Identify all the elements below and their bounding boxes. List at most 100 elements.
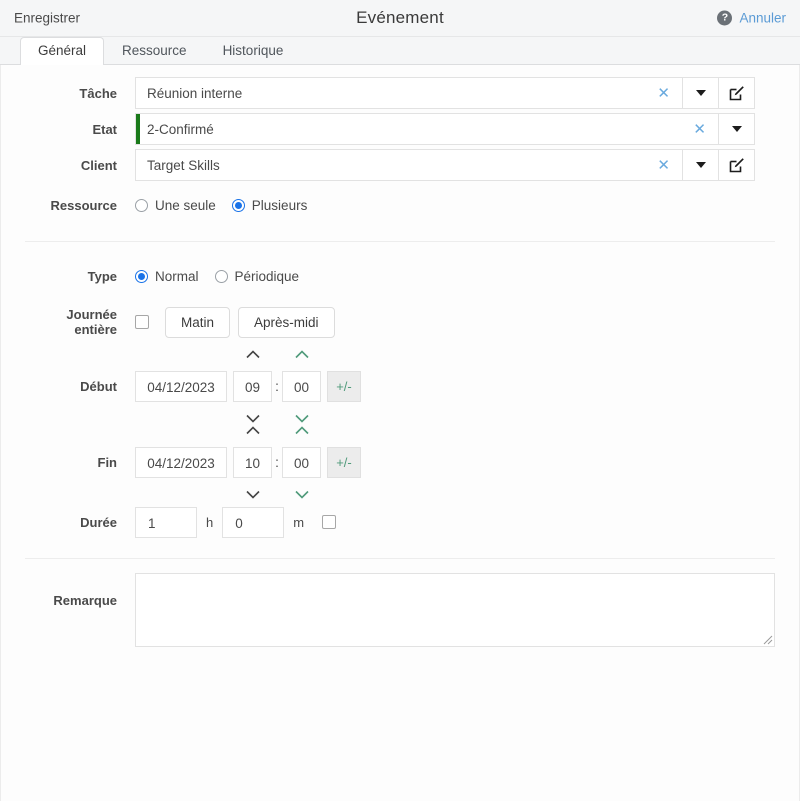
type-label: Type: [87, 268, 117, 284]
hour-increment-icon[interactable]: [245, 349, 260, 359]
tab-general[interactable]: Général: [20, 37, 105, 65]
duree-hours-input[interactable]: 1: [135, 506, 197, 538]
client-edit-button[interactable]: [719, 149, 755, 181]
field-row-type: Type Normal Périodique: [1, 256, 799, 296]
tab-historique[interactable]: Historique: [205, 37, 302, 65]
tache-dropdown-button[interactable]: [683, 77, 719, 109]
ressource-field: Une seule Plusieurs: [135, 198, 775, 213]
minute-decrement-icon[interactable]: [294, 490, 309, 499]
chevron-down-icon: [695, 90, 706, 96]
radio-normal[interactable]: Normal: [135, 269, 199, 284]
matin-button[interactable]: Matin: [165, 306, 231, 338]
fin-plus-minus-button[interactable]: +/-: [327, 446, 361, 478]
debut-date-input[interactable]: 04/12/2023: [135, 370, 227, 402]
radio-normal-label: Normal: [155, 268, 199, 284]
debut-label: Début: [80, 378, 117, 394]
cancel-button[interactable]: Annuler: [739, 11, 786, 26]
client-input[interactable]: Target Skills ✕: [135, 149, 683, 181]
fin-time-spinner: 10 : 00: [233, 425, 321, 499]
debut-time-separator: :: [275, 378, 279, 394]
etat-combo: 2-Confirmé ✕: [135, 113, 755, 145]
minute-increment-icon[interactable]: [294, 425, 309, 435]
minute-increment-icon[interactable]: [294, 349, 309, 359]
tache-field: Réunion interne ✕: [135, 77, 775, 109]
fin-field: 04/12/2023 10 : 00 +/-: [135, 425, 775, 499]
field-row-etat: Etat 2-Confirmé ✕: [1, 111, 799, 147]
etat-field: 2-Confirmé ✕: [135, 113, 775, 145]
fin-hour-unit: 10: [233, 425, 272, 499]
fin-label: Fin: [97, 454, 118, 470]
chevron-down-icon: [695, 162, 706, 168]
edit-pencil-icon: [729, 86, 744, 101]
radio-plusieurs[interactable]: Plusieurs: [231, 198, 307, 213]
field-row-journee-entiere: Journée entière Matin Après-midi: [1, 296, 799, 348]
save-button[interactable]: Enregistrer: [14, 11, 80, 26]
client-combo: Target Skills ✕: [135, 149, 755, 181]
hour-decrement-icon[interactable]: [245, 490, 260, 499]
field-row-remarque: Remarque: [1, 573, 799, 647]
field-row-debut: Début 04/12/2023 09: 00 +/-: [1, 348, 799, 424]
duree-minutes-unit: m: [293, 514, 305, 530]
tache-value: Réunion interne: [147, 85, 243, 101]
journee-entiere-checkbox[interactable]: [135, 315, 149, 329]
field-row-client: Client Target Skills ✕: [1, 147, 799, 183]
tache-combo: Réunion interne ✕: [135, 77, 755, 109]
journee-entiere-label: Journée entière: [66, 307, 117, 337]
tache-label: Tâche: [79, 85, 117, 101]
debut-hour-input[interactable]: 09: [233, 370, 272, 402]
radio-periodique-label: Périodique: [234, 268, 300, 284]
debut-plus-minus-button[interactable]: +/-: [327, 370, 361, 402]
radio-icon: [214, 269, 228, 283]
debut-datetime: 04/12/2023 09 : 00 +/-: [135, 349, 361, 423]
fin-hour-input[interactable]: 10: [233, 446, 272, 478]
etat-input[interactable]: 2-Confirmé ✕: [135, 113, 719, 145]
debut-time-spinner: 09 : 00: [233, 349, 321, 423]
etat-dropdown-button[interactable]: [719, 113, 755, 145]
hour-decrement-icon[interactable]: [245, 414, 260, 423]
edit-pencil-icon: [729, 158, 744, 173]
field-row-fin: Fin 04/12/2023 10: 00 +/-: [1, 424, 799, 500]
field-row-ressource: Ressource Une seule Plusieurs: [1, 183, 799, 227]
tache-input[interactable]: Réunion interne ✕: [135, 77, 683, 109]
debut-field: 04/12/2023 09 : 00 +/-: [135, 349, 775, 423]
dialog-header: Enregistrer Evénement ? Annuler: [0, 0, 800, 37]
etat-label: Etat: [92, 121, 117, 137]
remarque-textarea[interactable]: [135, 573, 775, 647]
section-divider-2: [25, 558, 775, 559]
tab-bar: Général Ressource Historique: [0, 37, 800, 65]
radio-icon: [135, 198, 148, 212]
tab-ressource[interactable]: Ressource: [104, 37, 205, 65]
debut-minute-input[interactable]: 00: [282, 370, 321, 402]
hour-increment-icon[interactable]: [245, 425, 260, 435]
radio-icon-checked: [231, 198, 245, 212]
clear-icon[interactable]: ✕: [653, 86, 674, 101]
form-panel: Tâche Réunion interne ✕ Etat 2-Confirmé …: [0, 65, 800, 801]
radio-une-seule[interactable]: Une seule: [135, 198, 216, 213]
duree-hours-unit: h: [206, 514, 214, 530]
duree-minutes-input[interactable]: 0: [222, 506, 285, 538]
client-dropdown-button[interactable]: [683, 149, 719, 181]
fin-minute-unit: 00: [282, 425, 321, 499]
minute-decrement-icon[interactable]: [294, 414, 309, 423]
apres-midi-button[interactable]: Après-midi: [238, 306, 335, 338]
tache-edit-button[interactable]: [719, 77, 755, 109]
duree-checkbox[interactable]: [322, 515, 337, 529]
resize-handle-icon[interactable]: [762, 634, 773, 645]
help-circle-icon[interactable]: ?: [717, 10, 733, 26]
radio-periodique[interactable]: Périodique: [214, 268, 300, 284]
clear-icon[interactable]: ✕: [653, 158, 674, 173]
fin-date-input[interactable]: 04/12/2023: [135, 446, 227, 478]
debut-hour-unit: 09: [233, 349, 272, 423]
header-actions: ? Annuler: [717, 10, 786, 26]
event-dialog: Enregistrer Evénement ? Annuler Général …: [0, 0, 800, 801]
ressource-label: Ressource: [50, 197, 117, 213]
fin-minute-input[interactable]: 00: [282, 446, 321, 478]
fin-datetime: 04/12/2023 10 : 00 +/-: [135, 425, 361, 499]
status-color-bar: [136, 114, 140, 144]
client-label: Client: [80, 157, 117, 173]
page-title: Evénement: [356, 8, 444, 27]
debut-minute-unit: 00: [282, 349, 321, 423]
duree-field: 1 h 0 m: [135, 506, 775, 538]
clear-icon[interactable]: ✕: [689, 122, 710, 137]
radio-icon-checked: [135, 269, 148, 283]
